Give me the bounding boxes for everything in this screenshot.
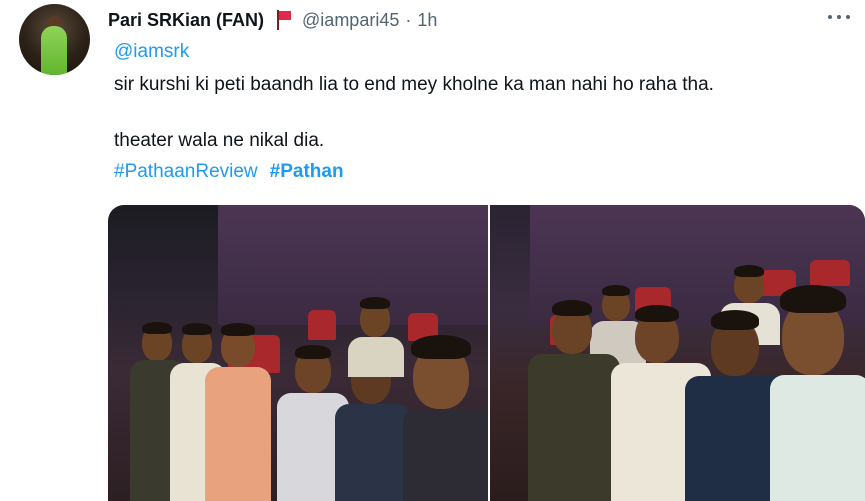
timestamp[interactable]: 1h bbox=[417, 10, 437, 31]
hashtag-pathan[interactable]: #Pathan bbox=[270, 160, 344, 184]
separator-dot: · bbox=[405, 9, 412, 30]
avatar-figure bbox=[41, 26, 67, 75]
more-options-icon[interactable] bbox=[828, 12, 850, 22]
tweet-media bbox=[108, 205, 865, 501]
photo-left[interactable] bbox=[108, 205, 488, 501]
user-handle[interactable]: @iampari45 bbox=[302, 10, 399, 31]
tweet-header: Pari SRKian (FAN) @iampari45 · 1h bbox=[108, 7, 437, 33]
hashtag-pathaanreview[interactable]: #PathaanReview bbox=[114, 160, 258, 184]
hashtag-row: #PathaanReview #Pathan bbox=[114, 160, 344, 184]
mention-link[interactable]: @iamsrk bbox=[114, 40, 189, 64]
avatar[interactable] bbox=[19, 4, 90, 75]
red-flag-icon bbox=[274, 9, 292, 31]
photo-right[interactable] bbox=[490, 205, 865, 501]
display-name[interactable]: Pari SRKian (FAN) bbox=[108, 10, 264, 31]
tweet[interactable]: Pari SRKian (FAN) @iampari45 · 1h @iamsr… bbox=[0, 0, 865, 501]
tweet-text-line-2: theater wala ne nikal dia. bbox=[114, 130, 325, 151]
tweet-text-line-1: sir kurshi ki peti baandh lia to end mey… bbox=[114, 74, 714, 95]
